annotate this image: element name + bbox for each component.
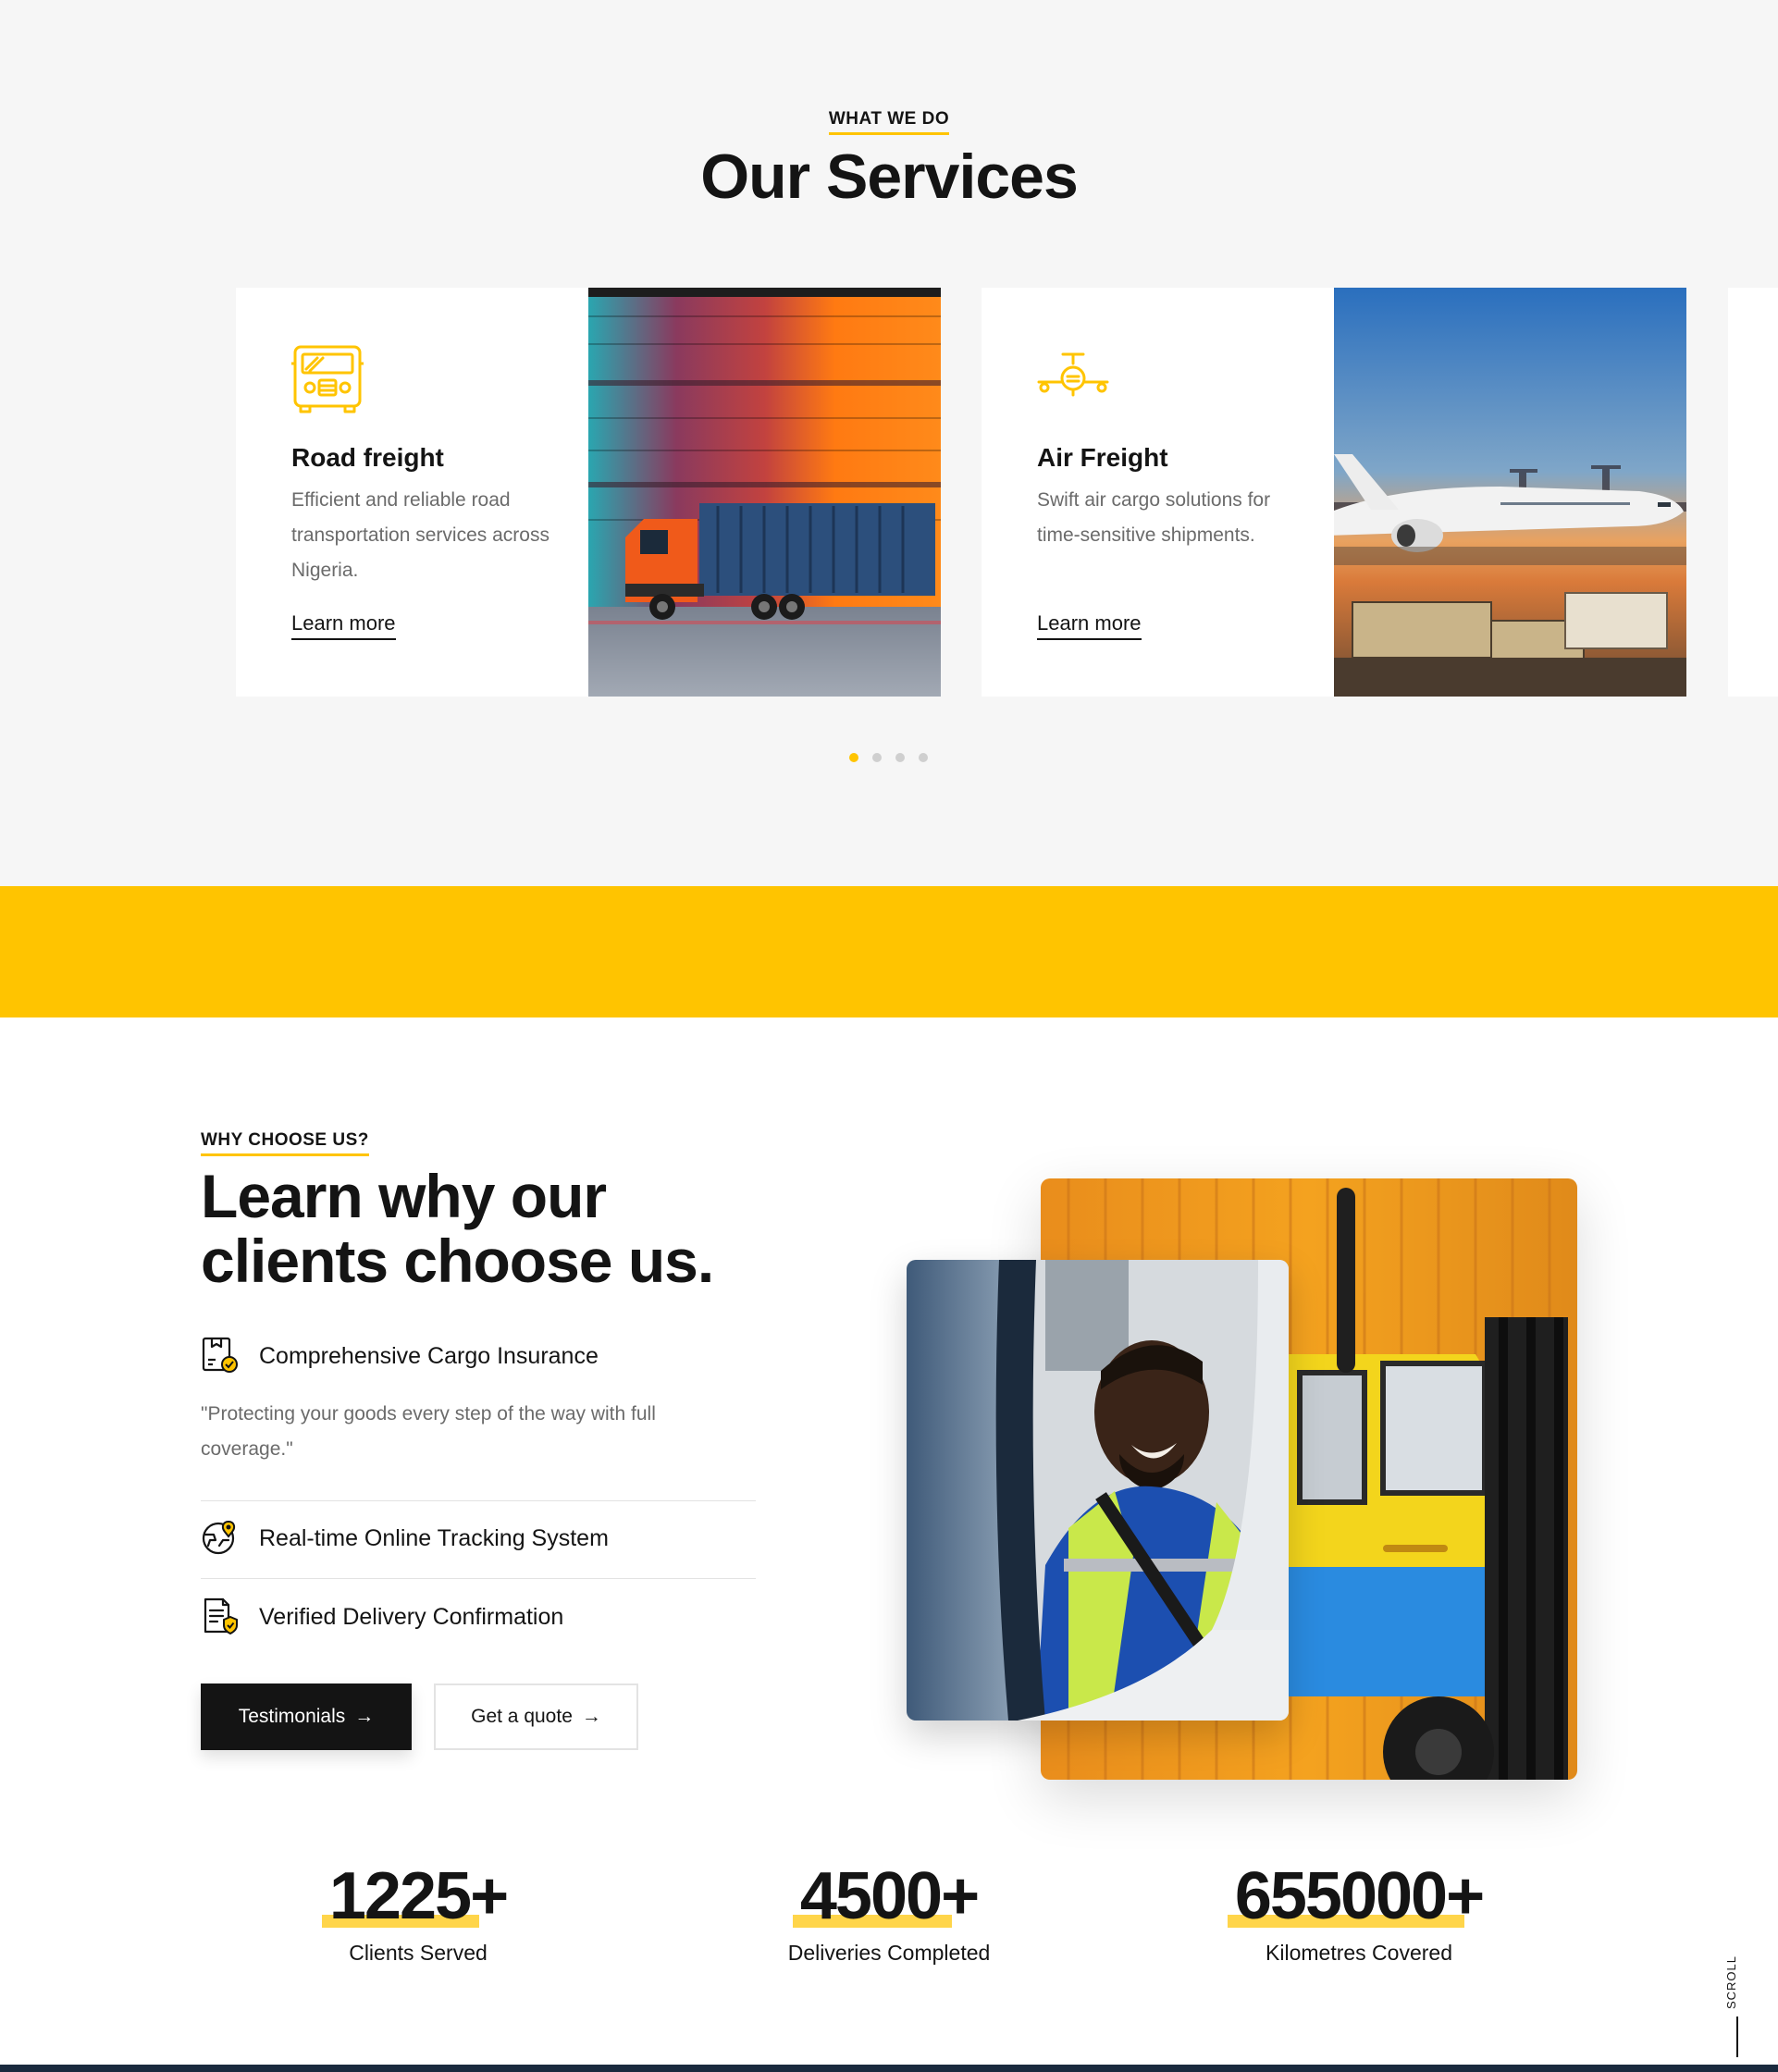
learn-more-link[interactable]: Learn more — [1037, 611, 1142, 640]
services-eyebrow: WHAT WE DO — [828, 109, 950, 135]
arrow-right-icon: → — [354, 1706, 375, 1727]
why-title: Learn why our clients choose us. — [201, 1164, 774, 1293]
service-card-description: Swift air cargo solutions for time-sensi… — [1037, 489, 1271, 546]
tracking-icon — [202, 1520, 236, 1555]
carousel-dot[interactable] — [872, 753, 882, 762]
service-card-air-freight: Air Freight Swift air cargo solutions fo… — [982, 288, 1686, 697]
scroll-indicator-label[interactable]: SCROLL — [1724, 1955, 1738, 2009]
service-card-road-freight: Road freight Efficient and reliable road… — [236, 288, 941, 697]
services-section: WHAT WE DO Our Services Road freight Eff… — [0, 0, 1778, 886]
get-quote-button[interactable]: Get a quote → — [434, 1684, 638, 1750]
carousel-dot[interactable] — [895, 753, 905, 762]
arrow-right-icon: → — [581, 1706, 601, 1727]
feature-label: Real-time Online Tracking System — [259, 1525, 609, 1551]
services-title: Our Services — [700, 142, 1079, 212]
carousel-dot[interactable] — [919, 753, 928, 762]
feature-label: Verified Delivery Confirmation — [259, 1604, 564, 1630]
learn-more-link[interactable]: Learn more — [291, 611, 396, 640]
stat-label: Kilometres Covered — [1266, 1941, 1452, 1965]
service-card-description: Efficient and reliable road transportati… — [291, 489, 549, 581]
feature-description: "Protecting your goods every step of the… — [201, 1403, 656, 1460]
service-card-title: Air Freight — [1037, 443, 1168, 472]
stat-value: 655000 — [1234, 1859, 1448, 1933]
scroll-indicator-line — [1736, 2016, 1738, 2057]
testimonials-button-label: Testimonials — [238, 1706, 346, 1727]
feature-tracking[interactable]: Real-time Online Tracking System — [201, 1518, 756, 1560]
insurance-box-icon — [202, 1337, 238, 1373]
service-card-title: Road freight — [291, 443, 444, 472]
why-title-line: clients choose us. — [201, 1227, 714, 1295]
stat-kilometres-covered: 655000+ Kilometres Covered — [1165, 1859, 1553, 1966]
stat-value: 4500 — [799, 1859, 943, 1933]
driver-image — [907, 1260, 1289, 1720]
stat-label: Deliveries Completed — [787, 1941, 991, 1965]
carousel-pagination — [849, 753, 928, 762]
verified-document-icon — [204, 1597, 238, 1635]
airplane-icon — [1037, 352, 1109, 397]
road-freight-image — [588, 288, 941, 697]
truck-icon — [291, 345, 364, 413]
feature-cargo-insurance[interactable]: Comprehensive Cargo Insurance — [201, 1336, 756, 1378]
stat-suffix: + — [470, 1859, 509, 1933]
air-freight-image — [1334, 288, 1686, 697]
stat-deliveries-completed: 4500+ Deliveries Completed — [695, 1859, 1083, 1966]
next-section-edge — [0, 2065, 1778, 2072]
divider — [201, 1578, 756, 1579]
accent-band — [0, 886, 1778, 1018]
why-eyebrow: WHY CHOOSE US? — [201, 1130, 369, 1156]
get-quote-button-label: Get a quote — [471, 1706, 573, 1727]
stat-value: 1225 — [328, 1859, 472, 1933]
stat-clients-served: 1225+ Clients Served — [224, 1859, 612, 1966]
stat-suffix: + — [941, 1859, 980, 1933]
testimonials-button[interactable]: Testimonials → — [201, 1684, 412, 1750]
feature-label: Comprehensive Cargo Insurance — [259, 1343, 599, 1369]
feature-delivery-confirmation[interactable]: Verified Delivery Confirmation — [201, 1597, 756, 1639]
service-card-next-peek — [1728, 288, 1778, 697]
divider — [201, 1500, 756, 1501]
why-title-line: Learn why our — [201, 1162, 607, 1230]
stat-suffix: + — [1446, 1859, 1485, 1933]
stat-label: Clients Served — [349, 1941, 488, 1965]
carousel-dot[interactable] — [849, 753, 858, 762]
